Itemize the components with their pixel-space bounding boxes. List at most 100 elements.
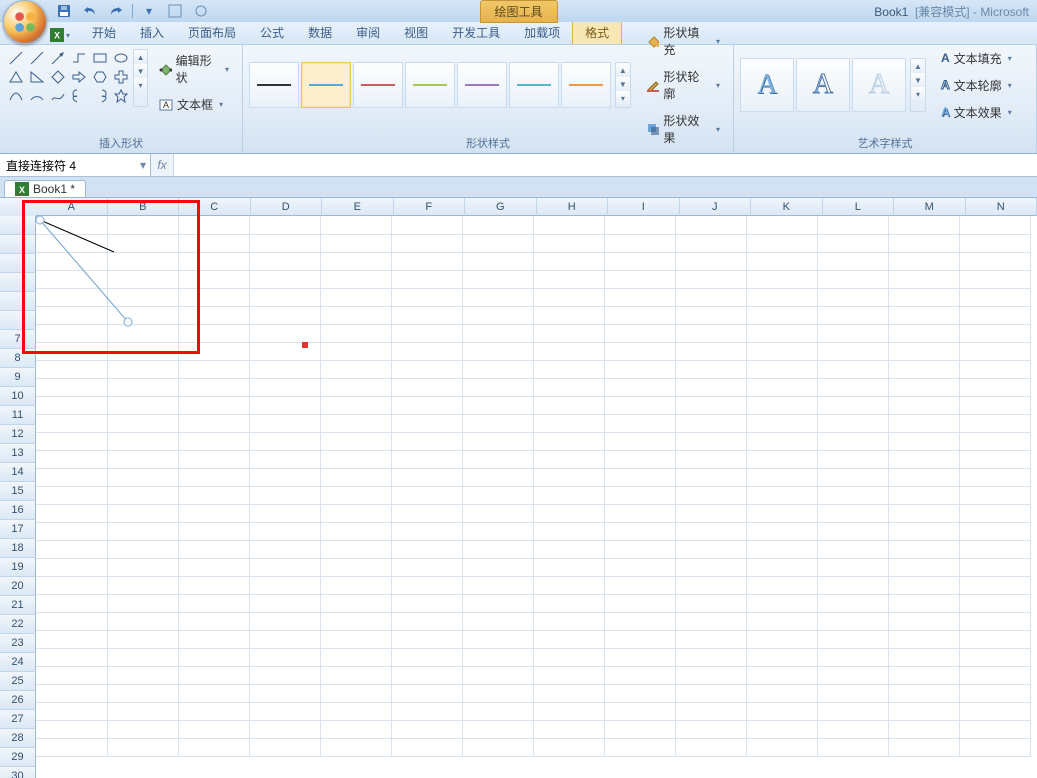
cell[interactable] xyxy=(817,234,888,252)
row-header[interactable]: 20 xyxy=(0,577,36,596)
row-header[interactable]: 24 xyxy=(0,653,36,672)
cell[interactable] xyxy=(391,504,462,522)
cell[interactable] xyxy=(604,252,675,270)
cell[interactable] xyxy=(959,540,1030,558)
cell[interactable] xyxy=(107,684,178,702)
cell[interactable] xyxy=(888,738,959,756)
cell[interactable] xyxy=(462,738,533,756)
tab-insert[interactable]: 插入 xyxy=(128,21,176,44)
name-box[interactable]: ▾ xyxy=(0,154,151,176)
shape-curve-icon[interactable] xyxy=(6,87,26,105)
cell[interactable] xyxy=(746,234,817,252)
cell[interactable] xyxy=(675,504,746,522)
cell[interactable] xyxy=(462,288,533,306)
cell[interactable] xyxy=(817,486,888,504)
cell[interactable] xyxy=(320,288,391,306)
cell[interactable] xyxy=(249,702,320,720)
row-header[interactable] xyxy=(0,311,36,330)
cell[interactable] xyxy=(462,630,533,648)
cell[interactable] xyxy=(391,576,462,594)
shape-rect-icon[interactable] xyxy=(90,49,110,67)
cell[interactable] xyxy=(320,360,391,378)
shape-brace2-icon[interactable] xyxy=(90,87,110,105)
row-header[interactable]: 18 xyxy=(0,539,36,558)
cell[interactable] xyxy=(675,720,746,738)
cell[interactable] xyxy=(107,216,178,234)
cell[interactable] xyxy=(888,342,959,360)
cell[interactable] xyxy=(746,558,817,576)
cell[interactable] xyxy=(320,342,391,360)
cell[interactable] xyxy=(391,306,462,324)
cell[interactable] xyxy=(959,648,1030,666)
cell[interactable] xyxy=(959,216,1030,234)
cell[interactable] xyxy=(249,468,320,486)
cell[interactable] xyxy=(462,594,533,612)
cell[interactable] xyxy=(178,288,249,306)
cell[interactable] xyxy=(817,612,888,630)
shape-style-swatch[interactable] xyxy=(353,62,403,108)
cell[interactable] xyxy=(320,630,391,648)
cell[interactable] xyxy=(178,378,249,396)
cell[interactable] xyxy=(249,738,320,756)
cell[interactable] xyxy=(817,630,888,648)
column-header[interactable]: M xyxy=(894,198,966,216)
cell[interactable] xyxy=(888,522,959,540)
office-button[interactable] xyxy=(3,0,47,44)
cell[interactable] xyxy=(675,486,746,504)
qat-extra-1[interactable] xyxy=(163,1,187,21)
cell[interactable] xyxy=(959,558,1030,576)
cell[interactable] xyxy=(604,738,675,756)
cell[interactable] xyxy=(888,270,959,288)
cell[interactable] xyxy=(746,702,817,720)
row-header[interactable]: 12 xyxy=(0,425,36,444)
column-header[interactable]: B xyxy=(108,198,180,216)
cell[interactable] xyxy=(959,576,1030,594)
cell[interactable] xyxy=(178,504,249,522)
cell[interactable] xyxy=(675,432,746,450)
cell[interactable] xyxy=(959,720,1030,738)
cell[interactable] xyxy=(36,558,107,576)
cell[interactable] xyxy=(888,234,959,252)
cell[interactable] xyxy=(320,504,391,522)
cell[interactable] xyxy=(675,324,746,342)
cell[interactable] xyxy=(959,306,1030,324)
cell[interactable] xyxy=(817,342,888,360)
cell[interactable] xyxy=(320,378,391,396)
cell[interactable] xyxy=(959,342,1030,360)
column-headers[interactable]: ABCDEFGHIJKLMN xyxy=(36,198,1037,216)
cell[interactable] xyxy=(817,522,888,540)
cell[interactable] xyxy=(320,666,391,684)
cell[interactable] xyxy=(391,522,462,540)
column-header[interactable]: A xyxy=(36,198,108,216)
cell[interactable] xyxy=(675,594,746,612)
cell[interactable] xyxy=(604,342,675,360)
gallery-expand-icon[interactable]: ▾ xyxy=(911,87,925,101)
cell[interactable] xyxy=(249,540,320,558)
cell[interactable] xyxy=(888,324,959,342)
cell[interactable] xyxy=(533,324,604,342)
tab-addins[interactable]: 加载项 xyxy=(512,21,572,44)
cell[interactable] xyxy=(604,396,675,414)
cell[interactable] xyxy=(249,558,320,576)
cell[interactable] xyxy=(604,648,675,666)
cell[interactable] xyxy=(746,504,817,522)
cell[interactable] xyxy=(888,486,959,504)
cell[interactable] xyxy=(320,576,391,594)
wordart-style-1[interactable]: A xyxy=(740,58,794,112)
cell[interactable] xyxy=(320,270,391,288)
column-header[interactable]: N xyxy=(966,198,1037,216)
cell[interactable] xyxy=(746,612,817,630)
cell[interactable] xyxy=(320,432,391,450)
cell[interactable] xyxy=(817,702,888,720)
cell[interactable] xyxy=(178,558,249,576)
qat-extra-2[interactable] xyxy=(189,1,213,21)
cell[interactable] xyxy=(178,450,249,468)
select-all-corner[interactable] xyxy=(0,198,37,217)
cell[interactable] xyxy=(36,252,107,270)
cell[interactable] xyxy=(746,540,817,558)
cell[interactable] xyxy=(817,576,888,594)
style-gallery-scroll[interactable]: ▲ ▼ ▾ xyxy=(615,62,631,108)
cell[interactable] xyxy=(959,378,1030,396)
cell[interactable] xyxy=(604,288,675,306)
cell[interactable] xyxy=(391,342,462,360)
